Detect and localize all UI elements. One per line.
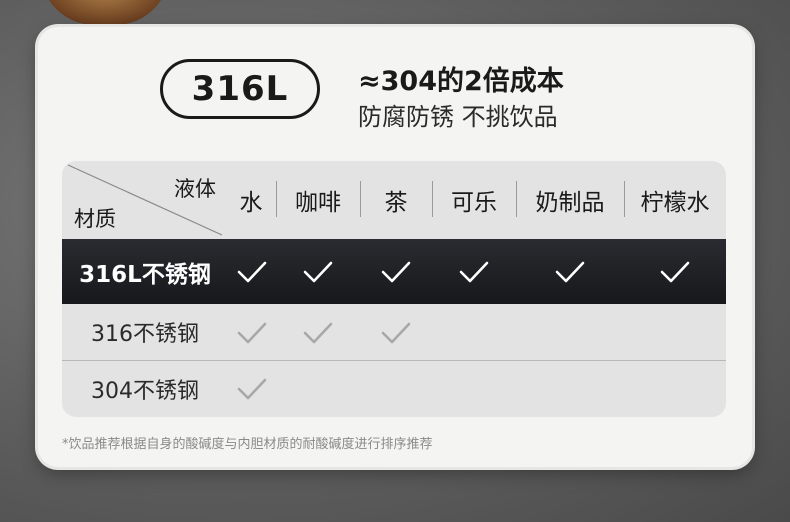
material-badge-text: 316L xyxy=(191,69,289,109)
checkmark-icon xyxy=(303,261,333,282)
checkmark-icon xyxy=(303,322,333,343)
column-header-lemonade: 柠檬水 xyxy=(640,190,710,216)
decorative-glass xyxy=(40,0,170,25)
column-header-tea: 茶 xyxy=(384,190,408,216)
subheadline: 防腐防锈 不挑饮品 xyxy=(358,103,558,131)
comparison-card: 316L ≈304的2倍成本 防腐防锈 不挑饮品 液体 材质 水 咖啡 茶 可乐… xyxy=(38,27,752,467)
headline: ≈304的2倍成本 xyxy=(358,66,564,97)
table-header: 液体 材质 水 咖啡 茶 可乐 奶制品 柠檬水 xyxy=(62,161,726,239)
header-corner-cell: 液体 材质 xyxy=(62,161,228,239)
column-header-coffee: 咖啡 xyxy=(295,190,341,216)
checkmark-icon xyxy=(237,378,267,400)
column-header-cola: 可乐 xyxy=(451,190,497,216)
row-label: 316不锈钢 xyxy=(91,322,199,347)
corner-label-material: 材质 xyxy=(74,207,116,231)
footnote: *饮品推荐根据自身的酸碱度与内胆材质的耐酸碱度进行排序推荐 xyxy=(62,437,433,452)
checkmark-icon xyxy=(555,261,585,282)
checkmark-icon xyxy=(381,261,411,282)
column-header-water: 水 xyxy=(239,190,263,216)
checkmark-icon xyxy=(459,261,489,282)
column-header-dairy: 奶制品 xyxy=(535,190,605,216)
corner-label-liquid: 液体 xyxy=(174,177,216,201)
compatibility-table: 液体 材质 水 咖啡 茶 可乐 奶制品 柠檬水 316L不锈钢 316不锈钢 3… xyxy=(62,161,726,417)
row-label: 304不锈钢 xyxy=(91,379,199,404)
row-label: 316L不锈钢 xyxy=(79,261,211,288)
table-row-304: 304不锈钢 xyxy=(62,361,726,417)
checkmark-icon xyxy=(237,261,267,282)
material-badge: 316L xyxy=(160,59,320,119)
checkmark-icon xyxy=(237,322,267,343)
checkmark-icon xyxy=(381,322,411,343)
table-row-316: 316不锈钢 xyxy=(62,304,726,361)
table-row-316l: 316L不锈钢 xyxy=(62,239,726,304)
checkmark-icon xyxy=(660,261,690,282)
